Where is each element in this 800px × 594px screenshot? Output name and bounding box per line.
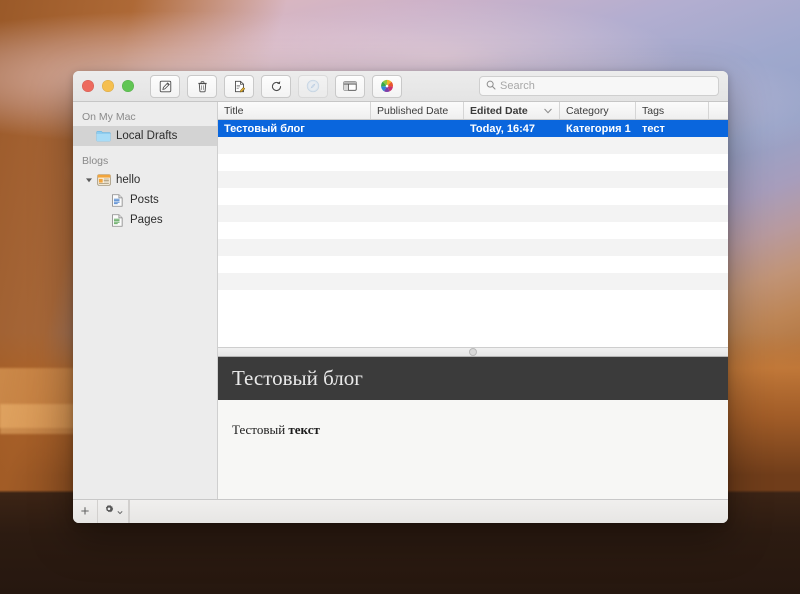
add-button[interactable]: +: [73, 500, 98, 523]
table-row[interactable]: Тестовый блог Today, 16:47 Категория 1 т…: [218, 120, 728, 137]
preview-body[interactable]: Тестовый текст: [218, 399, 728, 499]
table-body[interactable]: Тестовый блог Today, 16:47 Категория 1 т…: [218, 120, 728, 347]
chevron-down-icon: [117, 506, 123, 518]
sidebar-item-label: hello: [116, 174, 141, 186]
column-header-published-date[interactable]: Published Date: [371, 102, 464, 119]
table-header: Title Published Date Edited Date Categor…: [218, 102, 728, 120]
sidebar-item-posts[interactable]: Posts: [73, 190, 217, 210]
cell-published-date: [371, 120, 464, 137]
safari-preview-icon: [306, 79, 320, 93]
delete-button[interactable]: [187, 74, 217, 98]
table-row-empty[interactable]: [218, 171, 728, 188]
splitter-grip[interactable]: [469, 347, 477, 356]
sidebar-item-hello[interactable]: hello: [73, 170, 217, 190]
column-header-label: Edited Date: [470, 104, 528, 117]
window-body: On My Mac Local Drafts Blogs hello Posts…: [73, 102, 728, 499]
pages-document-icon: [110, 213, 125, 227]
table-row-empty[interactable]: [218, 205, 728, 222]
table-row-empty[interactable]: [218, 188, 728, 205]
column-header-label: Title: [224, 104, 244, 117]
sidebar-item-local-drafts[interactable]: Local Drafts: [73, 126, 217, 146]
cell-title: Тестовый блог: [224, 122, 305, 135]
cell-category: Категория 1: [566, 122, 631, 135]
safari-preview-button[interactable]: [298, 74, 328, 98]
column-header-spacer: [709, 102, 728, 119]
plus-icon: +: [80, 503, 90, 520]
sidebar-item-label: Local Drafts: [116, 130, 178, 142]
zoom-button[interactable]: [122, 80, 134, 92]
posts-document-icon: [110, 193, 125, 207]
sidebar-item-label: Posts: [130, 194, 159, 206]
column-header-title[interactable]: Title: [218, 102, 371, 119]
sidebar: On My Mac Local Drafts Blogs hello Posts…: [73, 102, 218, 499]
blog-icon: [96, 174, 111, 186]
empty-rows-container: [218, 137, 728, 307]
refresh-icon: [270, 80, 283, 93]
folder-icon: [96, 130, 111, 142]
refresh-button[interactable]: [261, 74, 291, 98]
cell-edited-date: Today, 16:47: [470, 122, 536, 135]
preview-pane: Тестовый блог Тестовый текст: [218, 356, 728, 499]
toggle-preview-pane-button[interactable]: [335, 74, 365, 98]
table-row-empty[interactable]: [218, 273, 728, 290]
bottom-toolbar-filler: [129, 500, 728, 523]
table-row-empty[interactable]: [218, 239, 728, 256]
action-menu-button[interactable]: [98, 500, 129, 523]
table-row-empty[interactable]: [218, 154, 728, 171]
column-header-tags[interactable]: Tags: [636, 102, 709, 119]
preview-paragraph: Тестовый текст: [232, 422, 714, 438]
preview-text-plain: Тестовый: [232, 421, 289, 437]
preview-header: Тестовый блог: [218, 356, 728, 400]
media-library-button[interactable]: [372, 74, 402, 98]
column-header-edited-date[interactable]: Edited Date: [464, 102, 560, 119]
sidebar-item-label: Pages: [130, 214, 163, 226]
window-titlebar: Search: [73, 71, 728, 102]
media-library-icon: [380, 79, 394, 93]
minimize-button[interactable]: [102, 80, 114, 92]
bottom-toolbar: +: [73, 499, 728, 523]
search-placeholder: Search: [500, 80, 535, 92]
delete-icon: [196, 80, 209, 93]
preview-text-bold: текст: [288, 421, 320, 437]
cell-tags: тест: [642, 122, 665, 135]
column-header-category[interactable]: Category: [560, 102, 636, 119]
window-controls: [82, 80, 134, 92]
table-row-empty[interactable]: [218, 256, 728, 273]
column-header-label: Published Date: [377, 104, 449, 117]
new-post-button[interactable]: [150, 74, 180, 98]
pane-splitter[interactable]: [218, 346, 728, 357]
sidebar-section-header-on-my-mac: On My Mac: [82, 111, 136, 123]
chevron-down-icon: [544, 105, 552, 117]
preview-title: Тестовый блог: [232, 365, 363, 390]
new-post-icon: [159, 80, 172, 93]
edit-document-button[interactable]: [224, 74, 254, 98]
search-icon: [486, 77, 496, 95]
chevron-down-icon[interactable]: [82, 176, 96, 184]
gear-icon: [103, 504, 115, 519]
sidebar-section-header-blogs: Blogs: [82, 155, 109, 167]
sidebar-item-pages[interactable]: Pages: [73, 210, 217, 230]
table-row-empty[interactable]: [218, 290, 728, 307]
table-row-empty[interactable]: [218, 222, 728, 239]
column-header-label: Category: [566, 104, 609, 117]
column-header-label: Tags: [642, 104, 665, 117]
close-button[interactable]: [82, 80, 94, 92]
search-field[interactable]: Search: [479, 76, 719, 96]
app-window: Search On My Mac Local Drafts Blogs hell…: [73, 71, 728, 523]
table-row-empty[interactable]: [218, 137, 728, 154]
content-area: Title Published Date Edited Date Categor…: [218, 102, 728, 499]
toggle-preview-pane-icon: [343, 80, 357, 92]
edit-document-icon: [233, 80, 246, 93]
